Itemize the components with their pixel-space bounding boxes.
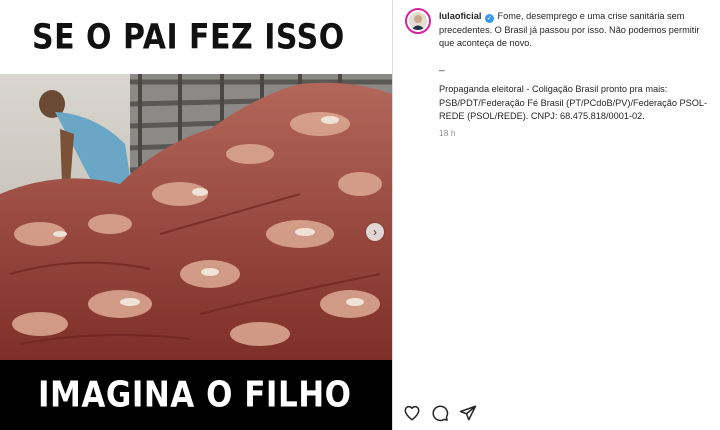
post-caption: lulaoficial ✓ Fome, desemprego e uma cri…	[439, 10, 709, 51]
comment-icon	[432, 405, 449, 422]
heart-icon	[404, 405, 420, 421]
meat-photo: ›	[0, 74, 392, 360]
username-link[interactable]: lulaoficial	[439, 11, 481, 21]
post-media[interactable]: SE O PAI FEZ ISSO › IMAGINA O FILHO	[0, 0, 392, 430]
ad-disclosure-text: Propaganda eleitoral - Coligação Brasil …	[439, 84, 708, 121]
meat-photo-illustration	[0, 74, 392, 360]
next-image-button[interactable]: ›	[366, 223, 384, 241]
meme-top-caption: SE O PAI FEZ ISSO	[32, 16, 345, 58]
post-actions	[403, 404, 477, 422]
post-details-panel: lulaoficial ✓ Fome, desemprego e uma cri…	[393, 0, 720, 430]
instagram-post: SE O PAI FEZ ISSO › IMAGINA O FILHO lula…	[0, 0, 720, 430]
verified-badge-icon: ✓	[484, 14, 494, 23]
share-button[interactable]	[459, 404, 477, 422]
meme-top-caption-bar: SE O PAI FEZ ISSO	[0, 0, 392, 74]
meme-bottom-caption-bar: IMAGINA O FILHO	[0, 360, 392, 430]
share-icon	[459, 405, 477, 421]
caption-separator: _	[439, 61, 445, 72]
chevron-right-icon: ›	[373, 225, 377, 239]
avatar[interactable]	[405, 8, 431, 34]
meme-bottom-caption: IMAGINA O FILHO	[38, 374, 352, 416]
like-button[interactable]	[403, 404, 421, 422]
comment-button[interactable]	[431, 404, 449, 422]
avatar-image	[409, 12, 427, 30]
post-timestamp[interactable]: 18 h	[439, 128, 456, 138]
